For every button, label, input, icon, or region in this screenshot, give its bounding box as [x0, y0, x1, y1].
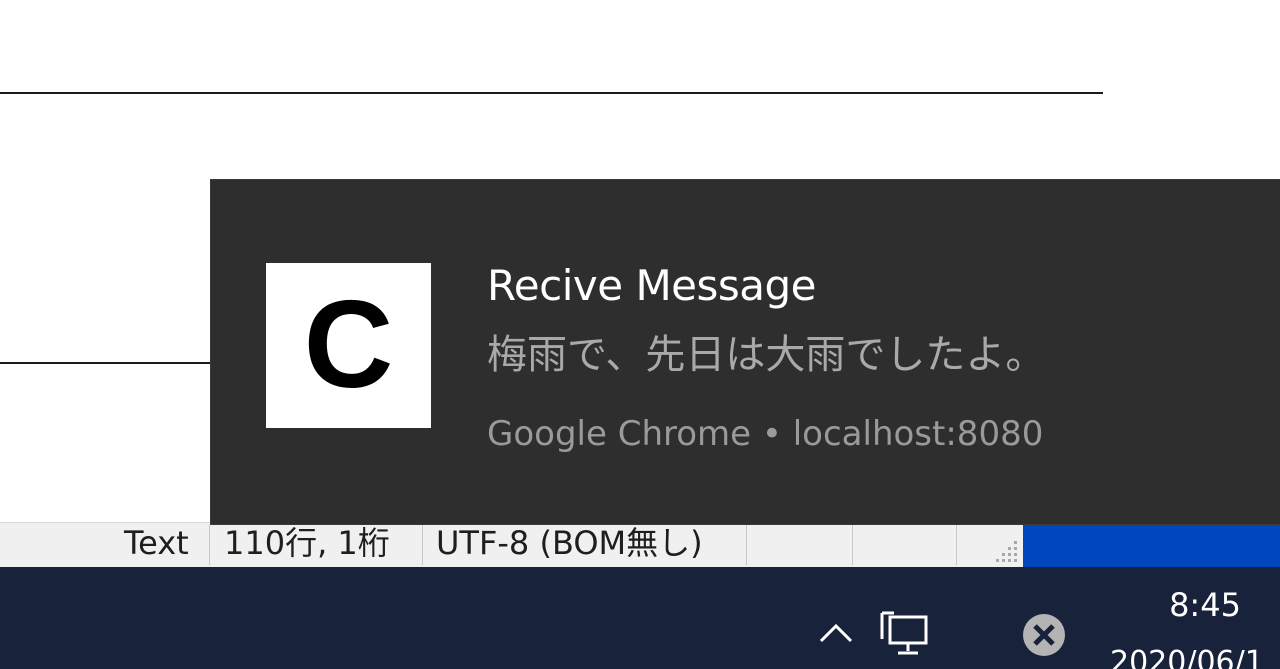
- app-icon-letter: C: [303, 276, 394, 414]
- clock-time[interactable]: 8:45: [1140, 585, 1270, 625]
- horizontal-rule: [0, 362, 212, 364]
- horizontal-rule: [0, 92, 1103, 94]
- status-divider: [209, 525, 210, 565]
- notification-body: 梅雨で、先日は大雨でしたよ。: [487, 332, 1046, 378]
- notification-source: Google Chrome • localhost:8080: [487, 414, 1044, 454]
- resize-grip-icon[interactable]: [990, 537, 1020, 565]
- status-divider: [956, 525, 957, 565]
- status-divider: [422, 525, 423, 565]
- chrome-app-icon: C: [266, 263, 431, 428]
- notification-title: Recive Message: [487, 261, 817, 310]
- chevron-up-icon[interactable]: [816, 613, 856, 653]
- background-window-strip: [1023, 523, 1280, 568]
- status-divider: [852, 525, 853, 565]
- editor-status-bar: Text 110行, 1桁 UTF-8 (BOM無し): [0, 522, 1280, 568]
- desktop: Text 110行, 1桁 UTF-8 (BOM無し) 8:45 2020/06…: [0, 0, 1280, 669]
- notification-toast[interactable]: C Recive Message 梅雨で、先日は大雨でしたよ。 Google C…: [211, 180, 1280, 524]
- close-circle-icon[interactable]: [1020, 611, 1068, 659]
- status-mode[interactable]: Text: [124, 523, 189, 567]
- status-cursor-position[interactable]: 110行, 1桁: [224, 523, 390, 567]
- network-icon[interactable]: [880, 611, 932, 659]
- status-divider: [746, 525, 747, 565]
- taskbar: 8:45 2020/06/1: [0, 567, 1280, 669]
- status-encoding[interactable]: UTF-8 (BOM無し): [436, 523, 703, 567]
- clock-date[interactable]: 2020/06/1: [1110, 643, 1264, 669]
